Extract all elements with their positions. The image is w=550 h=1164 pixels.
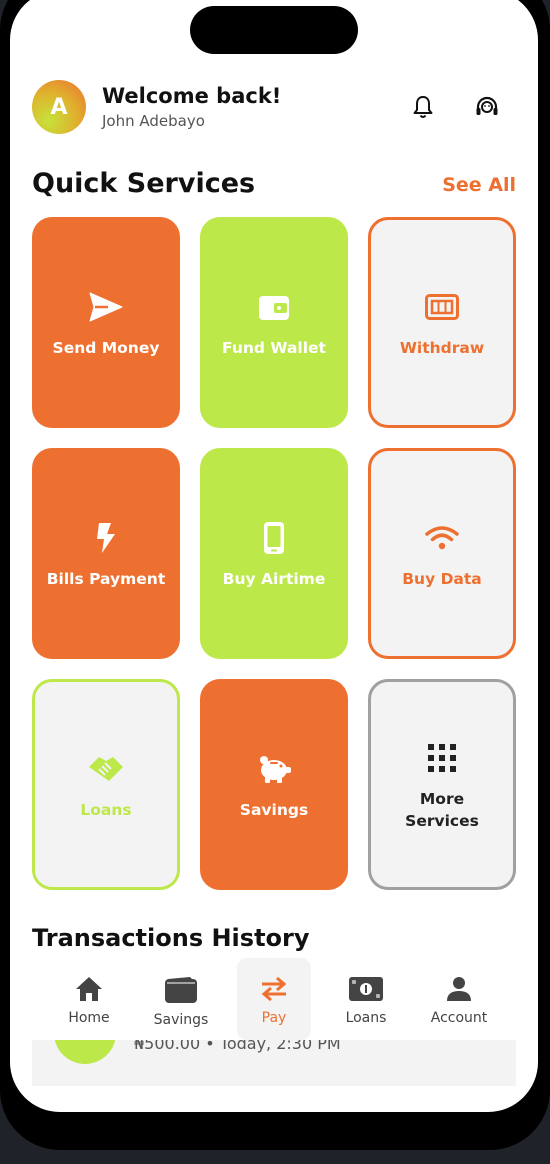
piggy-bank-icon bbox=[254, 749, 294, 789]
tile-label: More Services bbox=[405, 789, 479, 830]
nav-loans[interactable]: Loans bbox=[329, 958, 403, 1040]
nav-savings[interactable]: Savings bbox=[144, 958, 218, 1040]
tile-label: Buy Airtime bbox=[222, 569, 326, 588]
transfer-icon bbox=[261, 976, 287, 1002]
fund-wallet-tile[interactable]: Fund Wallet bbox=[200, 217, 348, 428]
withdraw-tile[interactable]: Withdraw bbox=[368, 217, 516, 428]
avatar[interactable]: A bbox=[32, 80, 86, 134]
bottom-nav: Home Savings Pay Loans Account bbox=[32, 958, 516, 1040]
dynamic-island bbox=[190, 6, 358, 54]
tile-label: Savings bbox=[239, 800, 309, 819]
loans-tile[interactable]: Loans bbox=[32, 679, 180, 890]
buy-airtime-tile[interactable]: Buy Airtime bbox=[200, 448, 348, 659]
transactions-history-title: Transactions History bbox=[32, 924, 310, 952]
handshake-icon bbox=[86, 749, 126, 789]
more-services-tile[interactable]: More Services bbox=[368, 679, 516, 890]
user-icon bbox=[447, 977, 471, 1001]
tile-label: Buy Data bbox=[402, 569, 482, 588]
home-icon bbox=[76, 977, 102, 1001]
see-all-link[interactable]: See All bbox=[442, 174, 516, 196]
nav-label: Home bbox=[68, 1010, 110, 1026]
tile-label: Loans bbox=[80, 800, 132, 819]
quick-services-title: Quick Services bbox=[32, 168, 256, 199]
nav-label: Loans bbox=[345, 1010, 387, 1026]
phone-frame: A Welcome back! John Adebayo Quick Servi… bbox=[0, 0, 550, 1150]
tile-label: Bills Payment bbox=[46, 569, 166, 588]
buy-data-tile[interactable]: Buy Data bbox=[368, 448, 516, 659]
welcome-text: Welcome back! bbox=[102, 84, 282, 108]
nav-label: Savings bbox=[153, 1012, 209, 1028]
cash-icon bbox=[422, 287, 462, 327]
nav-label: Pay bbox=[261, 1010, 287, 1026]
nav-home[interactable]: Home bbox=[52, 958, 126, 1040]
tile-label: Withdraw bbox=[399, 338, 485, 357]
header: A Welcome back! John Adebayo bbox=[32, 80, 516, 136]
tile-label: Fund Wallet bbox=[222, 338, 326, 357]
send-icon bbox=[86, 287, 126, 327]
nav-account[interactable]: Account bbox=[422, 958, 496, 1040]
nav-label: Account bbox=[430, 1010, 488, 1026]
tile-label: Send Money bbox=[52, 338, 160, 357]
bell-icon[interactable] bbox=[408, 92, 438, 122]
wifi-icon bbox=[422, 518, 462, 558]
money-icon bbox=[349, 977, 383, 1001]
savings-tile[interactable]: Savings bbox=[200, 679, 348, 890]
lightning-icon bbox=[86, 518, 126, 558]
wallet-icon bbox=[165, 977, 197, 1003]
bills-payment-tile[interactable]: Bills Payment bbox=[32, 448, 180, 659]
nav-pay[interactable]: Pay bbox=[237, 958, 311, 1040]
headset-icon[interactable] bbox=[472, 92, 502, 122]
phone-icon bbox=[254, 518, 294, 558]
grid-icon bbox=[422, 738, 462, 778]
user-name: John Adebayo bbox=[102, 112, 205, 130]
wallet-icon bbox=[254, 287, 294, 327]
app-screen: A Welcome back! John Adebayo Quick Servi… bbox=[10, 0, 538, 1112]
send-money-tile[interactable]: Send Money bbox=[32, 217, 180, 428]
